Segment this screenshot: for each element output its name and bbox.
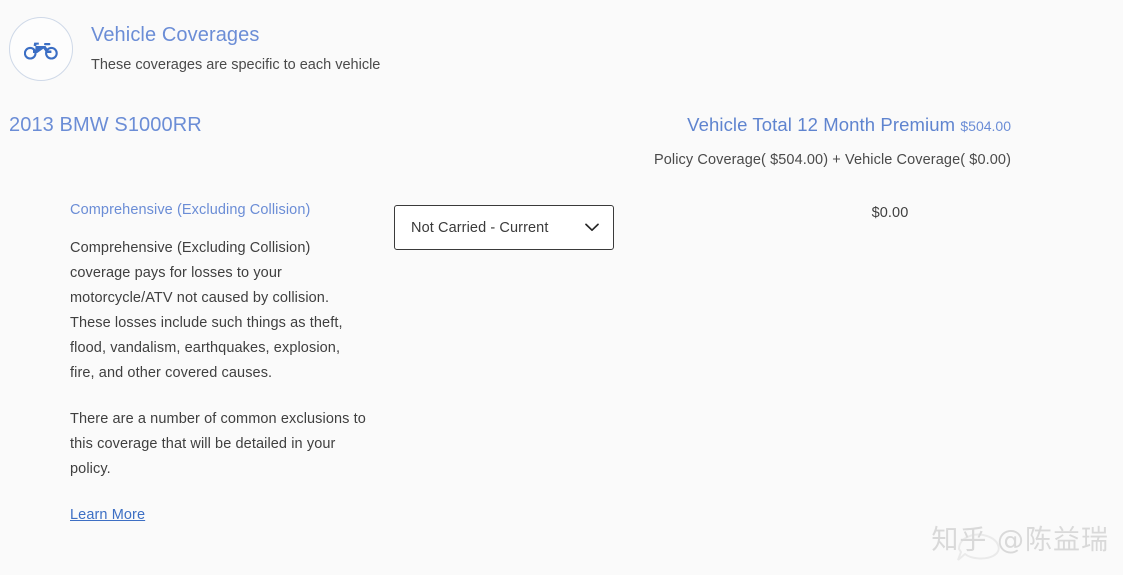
header-text-group: Vehicle Coverages These coverages are sp… [91, 22, 380, 75]
coverage-limit-selected-value: Not Carried - Current [411, 219, 549, 236]
chevron-down-icon [585, 219, 599, 237]
vehicle-name: 2013 BMW S1000RR [9, 114, 202, 136]
vehicle-premium-line: Vehicle Total 12 Month Premium $504.00 [654, 112, 1011, 139]
page-subtitle: These coverages are specific to each veh… [91, 57, 381, 73]
page-header: Vehicle Coverages These coverages are sp… [0, 0, 1123, 100]
vehicle-premium-amount: $504.00 [960, 118, 1011, 134]
coverage-description-1: Comprehensive (Excluding Collision) cove… [70, 240, 343, 381]
vehicle-premium-breakdown: Policy Coverage( $504.00) + Vehicle Cove… [653, 152, 1011, 168]
vehicle-premium-label: Vehicle Total 12 Month Premium [687, 114, 956, 135]
vehicle-premium-summary: Vehicle Total 12 Month Premium $504.00 P… [654, 112, 1011, 170]
coverage-price: $0.00 [871, 205, 909, 221]
coverage-info: Comprehensive (Excluding Collision) Comp… [70, 200, 370, 524]
motorcycle-icon [9, 17, 73, 81]
coverage-description-2: There are a number of common exclusions … [70, 411, 366, 477]
watermark-logo-icon [949, 523, 1015, 567]
coverage-limit-select[interactable]: Not Carried - Current [394, 205, 614, 250]
coverage-name-link[interactable]: Comprehensive (Excluding Collision) [70, 200, 370, 220]
page-title: Vehicle Coverages [91, 24, 260, 46]
learn-more-link[interactable]: Learn More [70, 507, 145, 523]
